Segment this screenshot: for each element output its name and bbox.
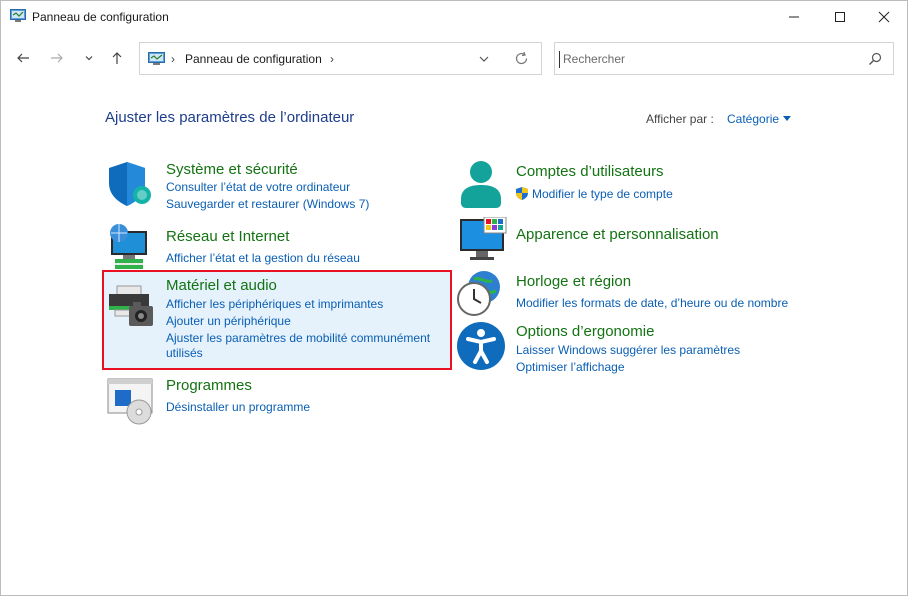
arrow-up-icon bbox=[112, 52, 122, 64]
text-caret bbox=[559, 51, 560, 68]
category-title-ease-of-access[interactable]: Options d’ergonomie bbox=[516, 323, 654, 340]
title-bar: Panneau de configuration bbox=[1, 1, 907, 33]
link-date-time-formats[interactable]: Modifier les formats de date, d’heure ou… bbox=[516, 296, 788, 310]
maximize-button[interactable] bbox=[817, 1, 863, 33]
minimize-button[interactable] bbox=[771, 1, 817, 33]
link-mobility-settings-cont[interactable]: utilisés bbox=[166, 346, 203, 360]
category-title-network-internet[interactable]: Réseau et Internet bbox=[166, 228, 289, 245]
link-backup-restore[interactable]: Sauvegarder et restaurer (Windows 7) bbox=[166, 197, 369, 211]
network-globe-icon[interactable] bbox=[105, 221, 155, 271]
chevron-down-icon[interactable] bbox=[478, 53, 490, 65]
link-network-status[interactable]: Afficher l’état et la gestion du réseau bbox=[166, 251, 360, 265]
arrow-right-icon bbox=[51, 53, 63, 63]
up-button[interactable] bbox=[106, 47, 128, 69]
chevron-down-icon bbox=[85, 56, 93, 61]
maximize-icon bbox=[835, 12, 845, 22]
printer-camera-icon[interactable] bbox=[107, 284, 157, 334]
category-title-programs[interactable]: Programmes bbox=[166, 377, 252, 394]
shield-icon[interactable] bbox=[105, 159, 155, 209]
breadcrumb-separator[interactable]: › bbox=[330, 52, 334, 66]
category-title-clock-region[interactable]: Horloge et région bbox=[516, 273, 631, 290]
category-title-hardware-sound[interactable]: Matériel et audio bbox=[166, 277, 277, 294]
breadcrumb-separator[interactable]: › bbox=[171, 52, 175, 66]
back-button[interactable] bbox=[12, 47, 34, 69]
link-add-device[interactable]: Ajouter un périphérique bbox=[166, 314, 291, 328]
programs-icon[interactable] bbox=[107, 378, 157, 428]
search-box[interactable] bbox=[554, 42, 894, 75]
breadcrumb-control-panel[interactable]: Panneau de configuration bbox=[185, 52, 322, 66]
link-mobility-settings[interactable]: Ajuster les paramètres de mobilité commu… bbox=[166, 331, 430, 345]
view-by-dropdown[interactable]: Catégorie bbox=[727, 112, 779, 126]
uac-shield-icon bbox=[516, 187, 528, 200]
category-title-appearance[interactable]: Apparence et personnalisation bbox=[516, 226, 719, 243]
monitor-personalization-icon[interactable] bbox=[458, 217, 508, 267]
forward-button[interactable] bbox=[46, 47, 68, 69]
search-input[interactable] bbox=[563, 50, 853, 68]
link-let-windows-suggest[interactable]: Laisser Windows suggérer les paramètres bbox=[516, 343, 740, 357]
category-title-system-security[interactable]: Système et sécurité bbox=[166, 161, 298, 178]
page-title: Ajuster les paramètres de l’ordinateur bbox=[105, 109, 355, 126]
control-panel-icon bbox=[148, 52, 165, 65]
close-button[interactable] bbox=[861, 1, 907, 33]
close-icon bbox=[878, 11, 890, 23]
arrow-left-icon bbox=[17, 53, 29, 63]
category-title-user-accounts[interactable]: Comptes d’utilisateurs bbox=[516, 163, 664, 180]
refresh-icon[interactable] bbox=[514, 51, 529, 66]
control-panel-window: Panneau de configuration › Panneau de co… bbox=[0, 0, 908, 596]
link-devices-printers[interactable]: Afficher les périphériques et imprimante… bbox=[166, 297, 383, 311]
clock-globe-icon[interactable] bbox=[456, 269, 506, 319]
link-optimize-display[interactable]: Optimiser l’affichage bbox=[516, 360, 625, 374]
control-panel-icon bbox=[10, 9, 26, 22]
window-title: Panneau de configuration bbox=[32, 10, 169, 24]
minimize-icon bbox=[789, 16, 799, 18]
recent-locations-button[interactable] bbox=[78, 47, 100, 69]
link-uninstall-program[interactable]: Désinstaller un programme bbox=[166, 400, 310, 414]
link-change-account-type[interactable]: Modifier le type de compte bbox=[532, 187, 673, 201]
accessibility-icon[interactable] bbox=[456, 321, 506, 371]
search-icon[interactable] bbox=[868, 52, 882, 66]
user-icon[interactable] bbox=[457, 159, 507, 209]
view-by-label: Afficher par : bbox=[646, 112, 714, 126]
link-view-computer-status[interactable]: Consulter l’état de votre ordinateur bbox=[166, 180, 350, 194]
caret-down-icon[interactable] bbox=[783, 116, 791, 121]
address-bar[interactable]: › Panneau de configuration › bbox=[139, 42, 542, 75]
